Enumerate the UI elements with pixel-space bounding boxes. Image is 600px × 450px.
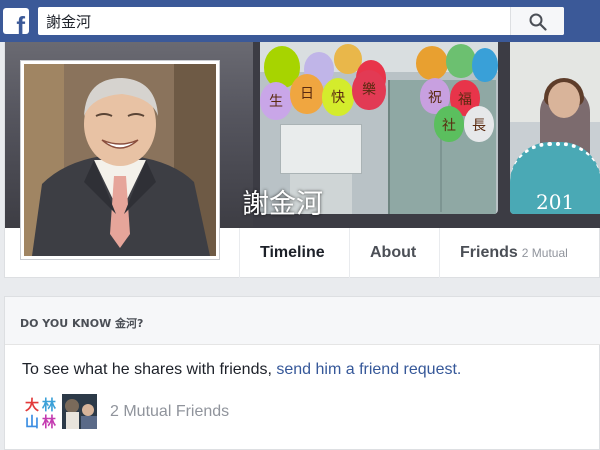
balloon-char: 長 bbox=[472, 118, 486, 134]
balloon-char: 社 bbox=[442, 118, 456, 134]
send-friend-request-link[interactable]: send him a friend request. bbox=[276, 361, 461, 378]
cover-photo-right-panel: 201 bbox=[510, 42, 600, 214]
tab-about[interactable]: About bbox=[349, 228, 439, 278]
tab-timeline-label: Timeline bbox=[260, 244, 325, 261]
balloon-letter-7: 社 bbox=[434, 106, 464, 142]
cover-person-head bbox=[548, 82, 580, 118]
search-input[interactable] bbox=[38, 7, 510, 35]
cover-year-text: 201 bbox=[536, 190, 575, 214]
avatar bbox=[24, 64, 216, 256]
balloon-char: 生 bbox=[269, 94, 283, 110]
search-button[interactable] bbox=[510, 7, 564, 35]
cover-printer bbox=[280, 124, 362, 174]
mutual-friend-image: 大 林 山 林 bbox=[23, 394, 58, 430]
thumb-char: 大 bbox=[25, 397, 39, 414]
balloon-char: 快 bbox=[331, 90, 345, 106]
tab-about-label: About bbox=[370, 244, 417, 261]
profile-tabs: Timeline About Friends 2 Mutual bbox=[239, 228, 600, 278]
prompt-text: To see what he shares with friends, bbox=[22, 361, 277, 378]
thumb-char: 山 bbox=[25, 415, 39, 430]
balloon-char: 日 bbox=[300, 86, 314, 102]
friend-request-prompt: To see what he shares with friends, send… bbox=[22, 361, 461, 379]
search-bar bbox=[38, 7, 564, 35]
profile-photo-image bbox=[24, 64, 216, 256]
balloon-char: 祝 bbox=[428, 90, 442, 106]
do-you-know-title: DO YOU KNOW 金河? bbox=[20, 317, 144, 330]
do-you-know-header: DO YOU KNOW 金河? bbox=[5, 297, 600, 345]
thumb-char: 林 bbox=[42, 397, 56, 414]
profile-picture[interactable] bbox=[20, 60, 220, 260]
mutual-friend-thumbnail[interactable] bbox=[61, 393, 98, 430]
tab-friends[interactable]: Friends 2 Mutual bbox=[439, 228, 600, 278]
mutual-friends-row: 大 林 山 林 2 Mutual Friends bbox=[22, 393, 422, 431]
profile-card: 生 日 快 樂 祝 福 社 長 201 謝金河 Timeline About F… bbox=[4, 42, 600, 278]
top-navigation-bar: f bbox=[0, 0, 600, 42]
balloon bbox=[472, 48, 498, 82]
facebook-logo-icon[interactable]: f bbox=[3, 8, 29, 39]
tab-friends-label: Friends bbox=[460, 244, 518, 261]
friends-count: 2 Mutual bbox=[521, 246, 568, 260]
thumb-char: 林 bbox=[42, 414, 56, 430]
mutual-friends-link[interactable]: 2 Mutual Friends bbox=[110, 403, 229, 421]
search-icon bbox=[529, 13, 547, 31]
balloon-letter-8: 長 bbox=[464, 106, 494, 142]
balloon-letter-2: 日 bbox=[290, 74, 324, 114]
balloon-letter-4: 樂 bbox=[352, 70, 386, 110]
balloon bbox=[416, 46, 448, 80]
logo-letter: f bbox=[16, 11, 25, 41]
balloon-letter-3: 快 bbox=[322, 78, 354, 116]
balloon-letter-1: 生 bbox=[260, 82, 292, 120]
tab-timeline[interactable]: Timeline bbox=[239, 228, 349, 278]
profile-name[interactable]: 謝金河 bbox=[242, 182, 323, 221]
mutual-friend-photo bbox=[62, 394, 97, 429]
mutual-friend-thumbnail[interactable]: 大 林 山 林 bbox=[22, 393, 59, 430]
do-you-know-box: DO YOU KNOW 金河? To see what he shares wi… bbox=[4, 296, 600, 450]
balloon-char: 樂 bbox=[362, 82, 376, 98]
